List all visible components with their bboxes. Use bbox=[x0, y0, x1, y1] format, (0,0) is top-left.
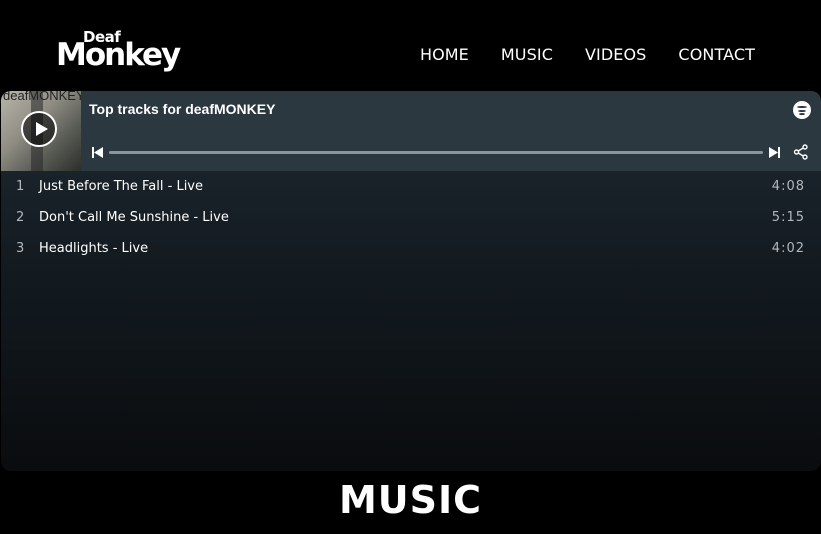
site-logo[interactable]: Deaf Monkey bbox=[56, 30, 181, 74]
player-title[interactable]: Top tracks for deafMONKEY bbox=[89, 101, 275, 117]
track-row[interactable]: 2 Don't Call Me Sunshine - Live 5:15 bbox=[1, 202, 821, 233]
track-duration: 5:15 bbox=[771, 210, 805, 225]
track-duration: 4:08 bbox=[771, 179, 805, 194]
main-nav: HOME MUSIC VIDEOS CONTACT bbox=[420, 45, 755, 64]
spotify-wave bbox=[799, 113, 805, 115]
track-number: 3 bbox=[16, 241, 25, 256]
track-row[interactable]: 3 Headlights - Live 4:02 bbox=[1, 233, 821, 264]
skip-forward-icon[interactable] bbox=[769, 147, 780, 158]
spotify-wave bbox=[797, 106, 807, 108]
track-number: 1 bbox=[16, 179, 25, 194]
album-cover: deafMONKEY bbox=[1, 91, 81, 171]
spotify-embed-player: deafMONKEY Top tracks for deafMONKEY 1 J… bbox=[1, 91, 821, 471]
track-name: Just Before The Fall - Live bbox=[39, 179, 203, 194]
track-name: Headlights - Live bbox=[39, 241, 149, 256]
track-duration: 4:02 bbox=[771, 241, 805, 256]
track-row[interactable]: 1 Just Before The Fall - Live 4:08 bbox=[1, 171, 821, 202]
share-icon[interactable] bbox=[793, 144, 809, 160]
nav-home[interactable]: HOME bbox=[420, 45, 469, 64]
nav-videos[interactable]: VIDEOS bbox=[585, 45, 646, 64]
track-list: 1 Just Before The Fall - Live 4:08 2 Don… bbox=[1, 171, 821, 264]
nav-contact[interactable]: CONTACT bbox=[678, 45, 755, 64]
cover-text: deafMONKEY bbox=[3, 91, 81, 103]
track-number: 2 bbox=[16, 210, 25, 225]
spotify-wave bbox=[798, 110, 806, 112]
logo-text-monkey: Monkey bbox=[56, 37, 181, 73]
nav-music[interactable]: MUSIC bbox=[501, 45, 553, 64]
skip-back-icon[interactable] bbox=[92, 147, 103, 158]
player-header: deafMONKEY Top tracks for deafMONKEY bbox=[1, 91, 821, 171]
track-name: Don't Call Me Sunshine - Live bbox=[39, 210, 229, 225]
section-title: MUSIC bbox=[338, 478, 483, 522]
spotify-icon[interactable] bbox=[793, 101, 811, 119]
play-icon[interactable] bbox=[21, 111, 57, 147]
progress-bar[interactable] bbox=[109, 151, 763, 154]
